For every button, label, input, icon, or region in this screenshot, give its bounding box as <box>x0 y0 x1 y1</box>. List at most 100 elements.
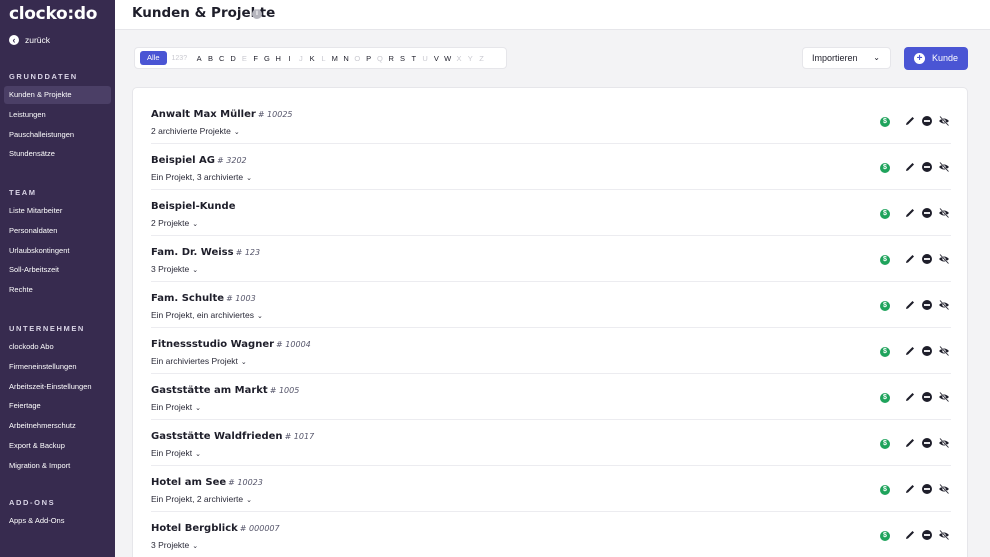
filter-letter[interactable]: R <box>386 54 397 63</box>
filter-letter[interactable]: U <box>419 54 430 63</box>
customer-name[interactable]: Gaststätte am Markt # 1005 <box>151 385 299 396</box>
no-entry-icon[interactable] <box>921 299 933 311</box>
eye-slash-icon[interactable] <box>938 115 950 127</box>
pencil-icon[interactable] <box>904 207 916 219</box>
eye-slash-icon[interactable] <box>938 391 950 403</box>
filter-letter[interactable]: Y <box>465 54 476 63</box>
eye-slash-icon[interactable] <box>938 299 950 311</box>
project-summary-toggle[interactable]: 2 archivierte Projekte ⌄ <box>151 126 240 136</box>
dollar-circle-icon[interactable]: $ <box>880 347 890 357</box>
project-summary-toggle[interactable]: Ein Projekt, 2 archivierte ⌄ <box>151 494 252 504</box>
customer-name[interactable]: Fam. Dr. Weiss # 123 <box>151 247 260 258</box>
customer-name[interactable]: Gaststätte Waldfrieden # 1017 <box>151 431 314 442</box>
project-summary-toggle[interactable]: 2 Projekte ⌄ <box>151 218 198 228</box>
add-customer-button[interactable]: + Kunde <box>904 47 968 70</box>
no-entry-icon[interactable] <box>921 207 933 219</box>
filter-all-button[interactable]: Alle <box>140 51 167 65</box>
sidebar-item[interactable]: Export & Backup <box>4 437 111 455</box>
filter-letter[interactable]: W <box>442 54 453 63</box>
pencil-icon[interactable] <box>904 253 916 265</box>
clockodo-logo[interactable]: clocko:do <box>9 4 97 24</box>
filter-letter[interactable]: A <box>194 54 205 63</box>
dollar-circle-icon[interactable]: $ <box>880 255 890 265</box>
customer-name[interactable]: Hotel am See # 10023 <box>151 477 263 488</box>
pencil-icon[interactable] <box>904 391 916 403</box>
no-entry-icon[interactable] <box>921 529 933 541</box>
pencil-icon[interactable] <box>904 529 916 541</box>
pencil-icon[interactable] <box>904 161 916 173</box>
import-dropdown[interactable]: Importieren ⌄ <box>802 47 891 69</box>
dollar-circle-icon[interactable]: $ <box>880 163 890 173</box>
eye-slash-icon[interactable] <box>938 161 950 173</box>
pencil-icon[interactable] <box>904 115 916 127</box>
project-summary-toggle[interactable]: Ein Projekt ⌄ <box>151 448 201 458</box>
filter-letter[interactable]: M <box>329 54 340 63</box>
filter-letter[interactable]: I <box>284 54 295 63</box>
pencil-icon[interactable] <box>904 299 916 311</box>
filter-letter[interactable]: E <box>239 54 250 63</box>
sidebar-item[interactable]: Kunden & Projekte <box>4 86 111 104</box>
project-summary-toggle[interactable]: Ein Projekt, ein archiviertes ⌄ <box>151 310 263 320</box>
dollar-circle-icon[interactable]: $ <box>880 439 890 449</box>
dollar-circle-icon[interactable]: $ <box>880 209 890 219</box>
no-entry-icon[interactable] <box>921 483 933 495</box>
back-button[interactable]: ‹ zurück <box>9 35 50 45</box>
filter-letter[interactable]: V <box>431 54 442 63</box>
dollar-circle-icon[interactable]: $ <box>880 485 890 495</box>
filter-letter[interactable]: H <box>273 54 284 63</box>
sidebar-item[interactable]: Apps & Add-Ons <box>4 512 111 530</box>
filter-letter[interactable]: N <box>340 54 351 63</box>
filter-letter[interactable]: O <box>352 54 363 63</box>
dollar-circle-icon[interactable]: $ <box>880 531 890 541</box>
eye-slash-icon[interactable] <box>938 437 950 449</box>
customer-name[interactable]: Fitnessstudio Wagner # 10004 <box>151 339 311 350</box>
pencil-icon[interactable] <box>904 483 916 495</box>
customer-name[interactable]: Beispiel AG # 3202 <box>151 155 247 166</box>
project-summary-toggle[interactable]: 3 Projekte ⌄ <box>151 264 198 274</box>
sidebar-item[interactable]: clockodo Abo <box>4 338 111 356</box>
dollar-circle-icon[interactable]: $ <box>880 301 890 311</box>
customer-name[interactable]: Anwalt Max Müller # 10025 <box>151 109 293 120</box>
filter-letter[interactable]: P <box>363 54 374 63</box>
project-summary-toggle[interactable]: Ein Projekt ⌄ <box>151 402 201 412</box>
sidebar-item[interactable]: Stundensätze <box>4 145 111 163</box>
filter-letter[interactable]: S <box>397 54 408 63</box>
filter-letter[interactable]: T <box>408 54 419 63</box>
sidebar-item[interactable]: Soll-Arbeitszeit <box>4 261 111 279</box>
sidebar-item[interactable]: Arbeitszeit-Einstellungen <box>4 378 111 396</box>
eye-slash-icon[interactable] <box>938 345 950 357</box>
sidebar-item[interactable]: Liste Mitarbeiter <box>4 202 111 220</box>
filter-letter[interactable]: J <box>295 54 306 63</box>
eye-slash-icon[interactable] <box>938 483 950 495</box>
sidebar-item[interactable]: Firmeneinstellungen <box>4 358 111 376</box>
project-summary-toggle[interactable]: Ein Projekt, 3 archivierte ⌄ <box>151 172 252 182</box>
customer-name[interactable]: Beispiel-Kunde <box>151 201 237 212</box>
filter-letter[interactable]: F <box>250 54 261 63</box>
filter-letter[interactable]: B <box>205 54 216 63</box>
filter-letter[interactable]: G <box>261 54 272 63</box>
filter-numbers[interactable]: 123? <box>172 55 194 62</box>
no-entry-icon[interactable] <box>921 115 933 127</box>
sidebar-item[interactable]: Arbeitnehmerschutz <box>4 417 111 435</box>
filter-letter[interactable]: Q <box>374 54 385 63</box>
customer-name[interactable]: Hotel Bergblick # 000007 <box>151 523 280 534</box>
customer-name[interactable]: Fam. Schulte # 1003 <box>151 293 256 304</box>
eye-slash-icon[interactable] <box>938 529 950 541</box>
pencil-icon[interactable] <box>904 437 916 449</box>
sidebar-item[interactable]: Pauschalleistungen <box>4 126 111 144</box>
sidebar-item[interactable]: Rechte <box>4 281 111 299</box>
no-entry-icon[interactable] <box>921 391 933 403</box>
no-entry-icon[interactable] <box>921 345 933 357</box>
dollar-circle-icon[interactable]: $ <box>880 117 890 127</box>
filter-letter[interactable]: L <box>318 54 329 63</box>
dollar-circle-icon[interactable]: $ <box>880 393 890 403</box>
no-entry-icon[interactable] <box>921 253 933 265</box>
filter-letter[interactable]: K <box>306 54 317 63</box>
sidebar-item[interactable]: Personaldaten <box>4 222 111 240</box>
filter-letter[interactable]: Z <box>476 54 487 63</box>
project-summary-toggle[interactable]: 3 Projekte ⌄ <box>151 540 198 550</box>
sidebar-item[interactable]: Leistungen <box>4 106 111 124</box>
eye-slash-icon[interactable] <box>938 253 950 265</box>
no-entry-icon[interactable] <box>921 437 933 449</box>
filter-letter[interactable]: X <box>453 54 464 63</box>
